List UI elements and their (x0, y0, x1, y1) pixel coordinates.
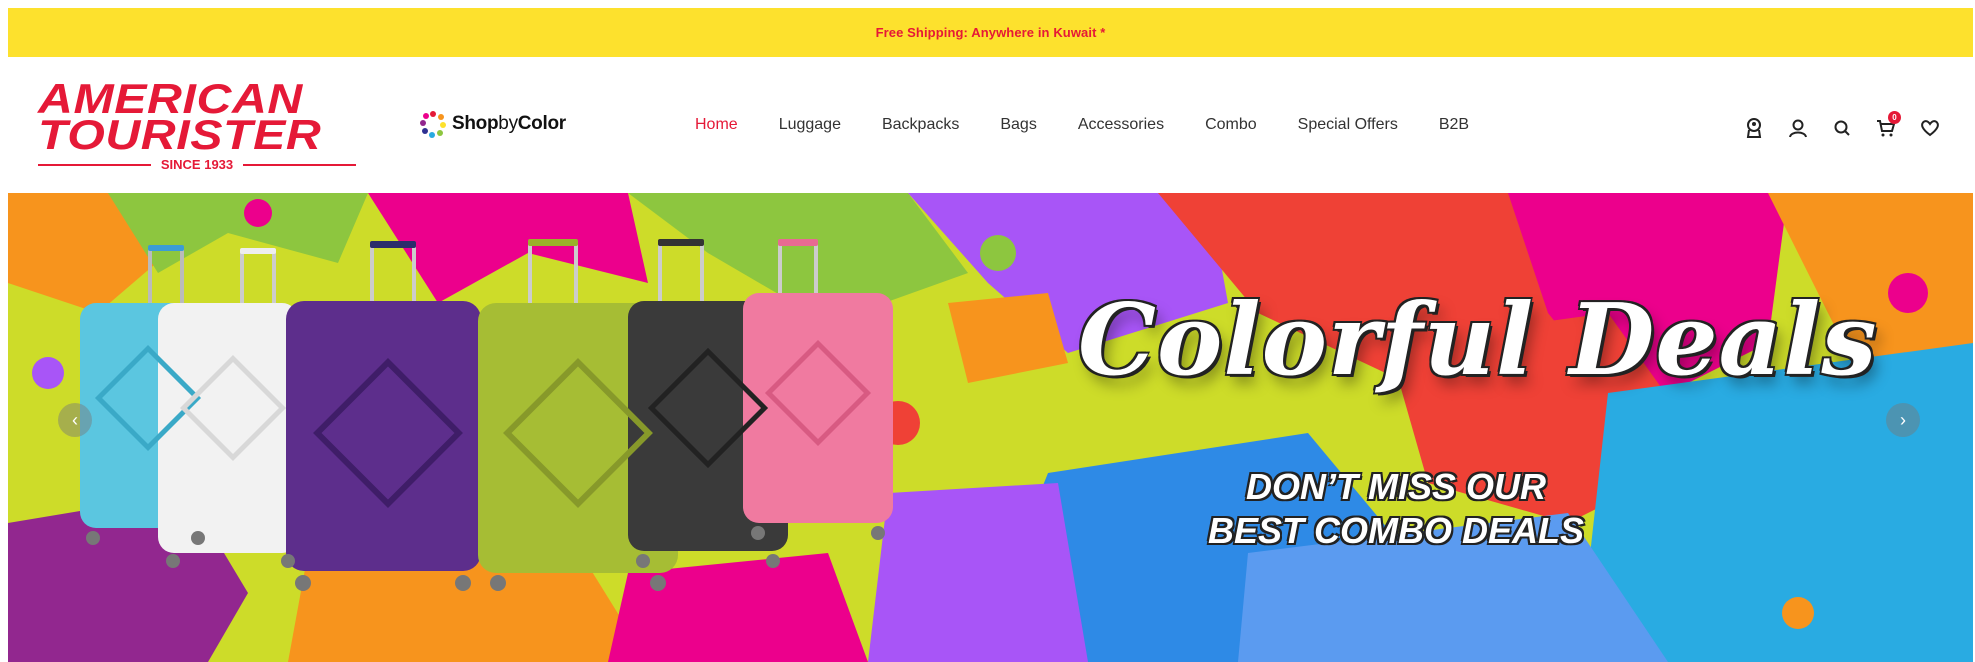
hero-subtitle-line-2: BEST COMBO DEALS (1207, 510, 1584, 551)
shop-by-color-link[interactable]: ShopbyColor (420, 111, 566, 138)
color-word: Color (517, 113, 566, 134)
nav-bags[interactable]: Bags (1000, 116, 1036, 134)
main-nav: Home Luggage Backpacks Bags Accessories … (695, 57, 1510, 193)
promo-text: Free Shipping: Anywhere in Kuwait * (875, 25, 1106, 40)
nav-backpacks[interactable]: Backpacks (882, 116, 959, 134)
store-locator-icon[interactable] (1741, 115, 1767, 141)
hero-subtitle: DON’T MISS OUR BEST COMBO DEALS (1186, 465, 1606, 553)
heart-icon[interactable] (1917, 115, 1943, 141)
nav-combo[interactable]: Combo (1205, 116, 1257, 134)
logo-line-2: TOURISTER (38, 111, 322, 158)
nav-special-offers[interactable]: Special Offers (1298, 116, 1398, 134)
hero-subtitle-line-1: DON’T MISS OUR (1245, 466, 1546, 507)
shop-word: Shop (452, 113, 499, 134)
nav-b2b[interactable]: B2B (1439, 116, 1469, 134)
paint-splash-background (8, 193, 1973, 662)
logo-since-text: SINCE 1933 (160, 157, 234, 172)
user-icon[interactable] (1785, 115, 1811, 141)
search-icon[interactable] (1829, 115, 1855, 141)
nav-luggage[interactable]: Luggage (779, 116, 841, 134)
header-icons: 0 (1741, 111, 1943, 141)
color-wheel-icon (420, 111, 446, 138)
cart-count-badge: 0 (1888, 111, 1901, 124)
hero-title: Colorful Deals (1078, 283, 1878, 398)
carousel-prev-button[interactable]: ‹ (58, 403, 92, 437)
nav-accessories[interactable]: Accessories (1078, 116, 1164, 134)
chevron-right-icon: › (1900, 409, 1906, 430)
american-tourister-logo[interactable]: AMERICAN TOURISTER SINCE 1933 (38, 78, 368, 172)
chevron-left-icon: ‹ (72, 409, 78, 430)
promo-bar: Free Shipping: Anywhere in Kuwait * (8, 8, 1973, 57)
cart-icon[interactable]: 0 (1873, 111, 1901, 141)
site-header: AMERICAN TOURISTER SINCE 1933 ShopbyColo… (8, 57, 1973, 193)
logo-since: SINCE 1933 (38, 157, 357, 172)
hero-banner[interactable]: Colorful Deals DON’T MISS OUR BEST COMBO… (8, 193, 1973, 662)
nav-home[interactable]: Home (695, 116, 738, 134)
by-word: by (498, 113, 518, 134)
carousel-next-button[interactable]: › (1886, 403, 1920, 437)
shop-by-color-text: ShopbyColor (452, 113, 566, 135)
